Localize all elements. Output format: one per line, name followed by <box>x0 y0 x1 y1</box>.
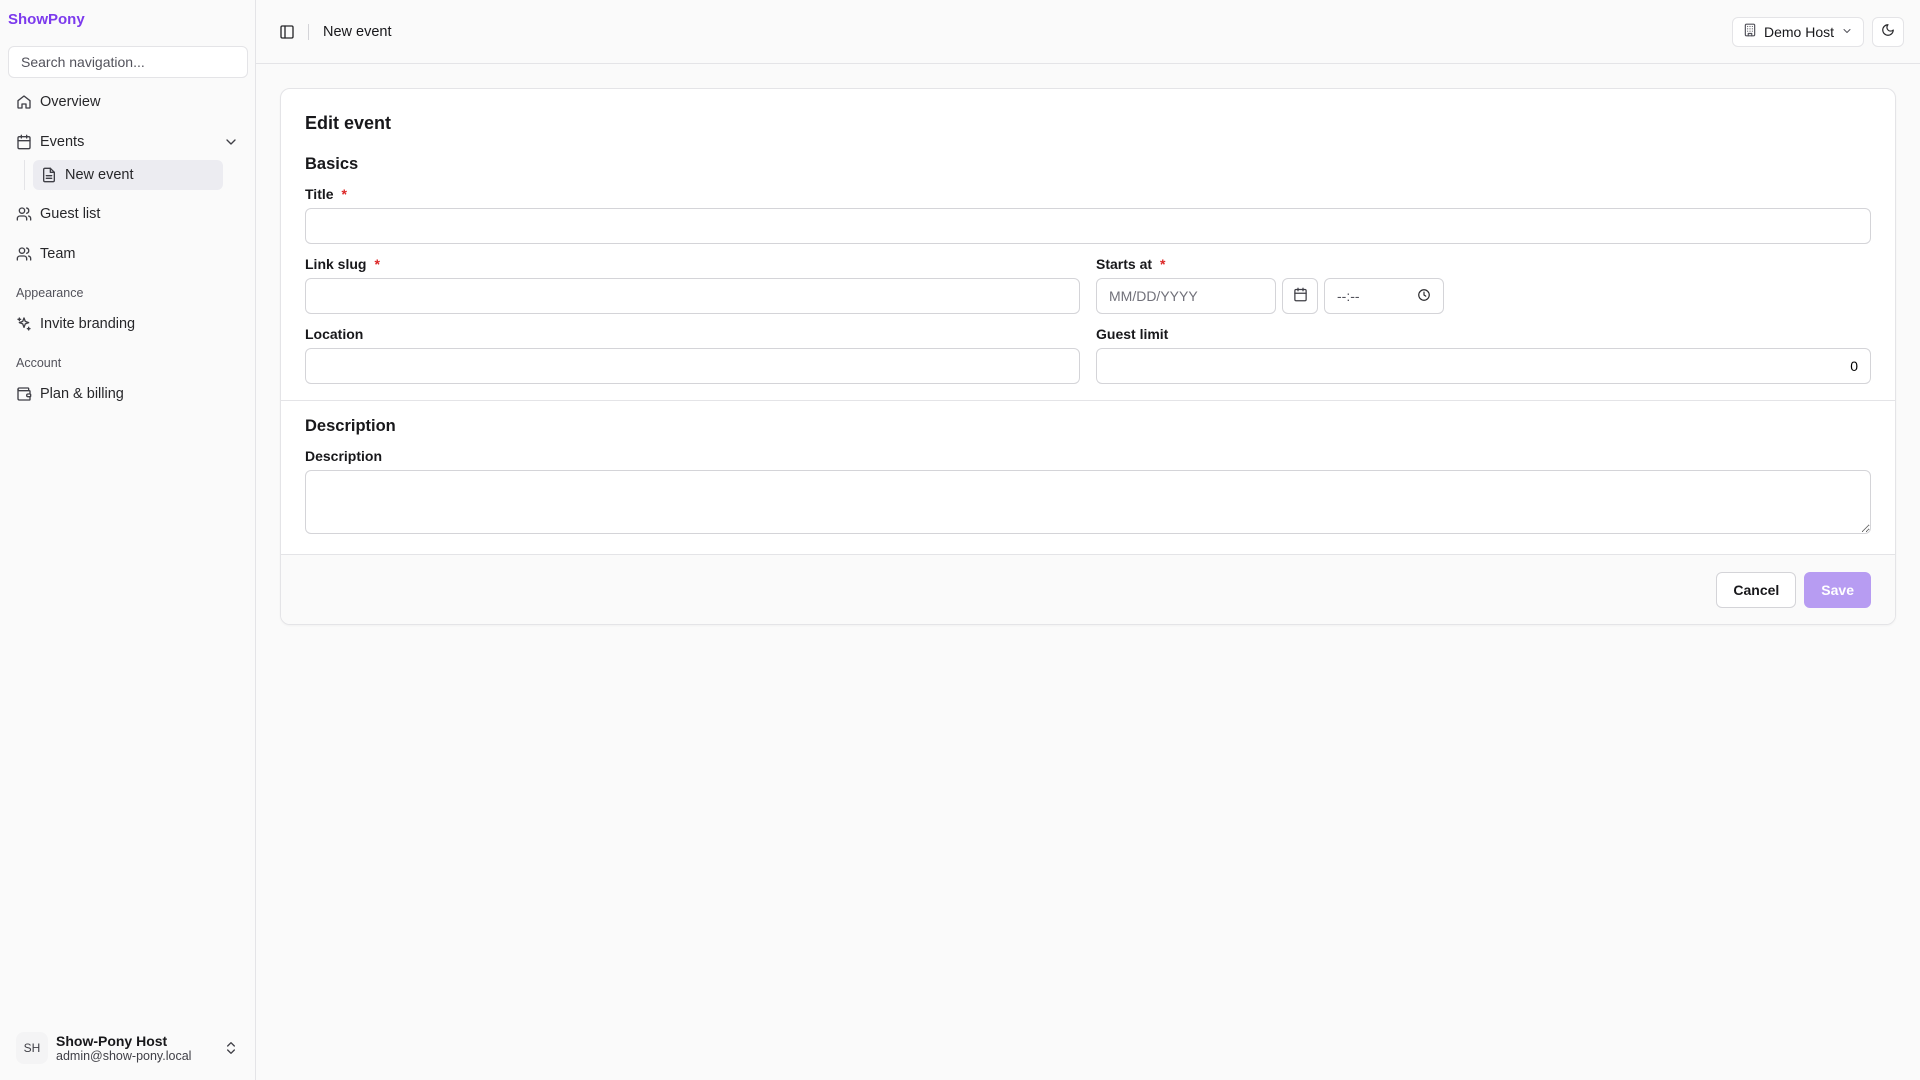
avatar: SH <box>16 1032 48 1064</box>
time-input[interactable]: --:-- <box>1324 278 1444 314</box>
title-label-text: Title <box>305 186 334 202</box>
brand-logo[interactable]: ShowPony <box>0 0 255 38</box>
sidebar-item-overview[interactable]: Overview <box>8 86 247 118</box>
form-footer: Cancel Save <box>281 554 1895 624</box>
events-subnav: New event <box>24 160 247 190</box>
user-name: Show-Pony Host <box>56 1032 168 1049</box>
file-icon <box>41 167 57 183</box>
save-button[interactable]: Save <box>1804 571 1871 608</box>
sidebar-item-label: Guest list <box>40 206 101 222</box>
sidebar-item-plan-billing[interactable]: Plan & billing <box>8 378 247 410</box>
slug-field-group: Link slug * <box>305 256 1080 314</box>
calendar-icon <box>16 134 32 150</box>
location-guest-row: Location Guest limit <box>305 326 1871 384</box>
user-menu[interactable]: SH Show-Pony Host admin@show-pony.local <box>8 1026 247 1070</box>
app-root: ShowPony Overview Events <box>0 0 1920 1080</box>
clock-icon[interactable] <box>1417 288 1431 305</box>
basics-section: Basics Title * Link slug * Starts at * M… <box>281 155 1895 400</box>
required-marker: * <box>1160 256 1166 272</box>
sidebar-toggle-icon[interactable] <box>276 21 298 43</box>
sidebar-item-label: Team <box>40 246 76 262</box>
page-content: Edit event Basics Title * Link slug * St… <box>256 64 1920 649</box>
top-bar-actions: Demo Host <box>1731 16 1904 47</box>
sidebar-item-label: Events <box>40 134 85 150</box>
host-selector-button[interactable]: Demo Host <box>1731 16 1864 47</box>
description-textarea[interactable] <box>305 470 1871 534</box>
guest-limit-field-group: Guest limit <box>1096 326 1871 384</box>
starts-at-field-group: Starts at * --:-- <box>1096 256 1871 314</box>
slug-label-text: Link slug <box>305 256 367 272</box>
slug-label: Link slug * <box>305 256 1080 272</box>
sidebar-nav: Overview Events New event Guest list Tea… <box>0 86 255 418</box>
calendar-icon <box>1293 287 1308 305</box>
sidebar-item-new-event[interactable]: New event <box>33 160 223 190</box>
sidebar-item-label: Plan & billing <box>40 386 124 402</box>
divider <box>308 23 309 40</box>
description-heading: Description <box>305 417 396 435</box>
section-label-account: Account <box>16 356 62 370</box>
users-icon <box>16 206 32 222</box>
wallet-icon <box>16 386 32 402</box>
users-icon <box>16 246 32 262</box>
starts-at-label-text: Starts at <box>1096 256 1153 272</box>
theme-toggle-button[interactable] <box>1872 16 1904 47</box>
required-marker: * <box>341 186 347 202</box>
cancel-button[interactable]: Cancel <box>1716 571 1797 608</box>
chevron-down-icon[interactable] <box>223 134 239 150</box>
chevrons-up-down-icon[interactable] <box>223 1040 239 1056</box>
user-email: admin@show-pony.local <box>56 1048 192 1063</box>
date-input[interactable] <box>1096 278 1276 314</box>
main-area: New event Demo Host Edit event Basics Ti… <box>256 0 1920 1080</box>
page-title: Edit event <box>305 113 392 133</box>
link-slug-input[interactable] <box>305 278 1080 314</box>
guest-limit-input[interactable] <box>1096 348 1871 384</box>
breadcrumb: New event <box>323 23 392 40</box>
description-label: Description <box>305 448 383 464</box>
time-placeholder: --:-- <box>1337 288 1360 304</box>
chevron-down-icon <box>1841 24 1853 40</box>
section-label-appearance: Appearance <box>16 286 84 300</box>
description-section: Description Description <box>281 417 1895 554</box>
required-marker: * <box>374 256 380 272</box>
top-bar: New event Demo Host <box>256 0 1920 64</box>
starts-at-label: Starts at * <box>1096 256 1871 272</box>
title-field-group: Title * <box>305 186 1871 244</box>
search-navigation-input[interactable] <box>8 46 248 78</box>
location-field-group: Location <box>305 326 1080 384</box>
sidebar: ShowPony Overview Events <box>0 0 256 1080</box>
sidebar-item-label: Overview <box>40 94 101 110</box>
sidebar-item-team[interactable]: Team <box>8 238 247 270</box>
sidebar-item-label: Invite branding <box>40 316 136 332</box>
edit-event-card: Edit event Basics Title * Link slug * St… <box>280 88 1896 625</box>
sparkles-icon <box>16 316 32 332</box>
sidebar-item-guest-list[interactable]: Guest list <box>8 198 247 230</box>
location-label: Location <box>305 326 364 342</box>
building-icon <box>1743 23 1757 40</box>
section-divider <box>281 400 1895 401</box>
sidebar-item-invite-branding[interactable]: Invite branding <box>8 308 247 340</box>
user-info: Show-Pony Host admin@show-pony.local <box>56 1033 223 1063</box>
location-input[interactable] <box>305 348 1080 384</box>
moon-icon <box>1881 23 1895 40</box>
basics-heading: Basics <box>305 155 359 173</box>
slug-starts-row: Link slug * Starts at * MM/DD/YYYY --:-- <box>305 256 1871 314</box>
sidebar-item-events[interactable]: Events <box>8 126 247 158</box>
title-label: Title * <box>305 186 1871 202</box>
host-selector-label: Demo Host <box>1763 23 1834 40</box>
date-time-row: --:-- <box>1096 278 1871 314</box>
sidebar-item-label: New event <box>65 167 134 183</box>
title-input[interactable] <box>305 208 1871 244</box>
calendar-picker-button[interactable] <box>1282 278 1318 314</box>
home-icon <box>16 94 32 110</box>
guest-limit-label: Guest limit <box>1096 326 1169 342</box>
